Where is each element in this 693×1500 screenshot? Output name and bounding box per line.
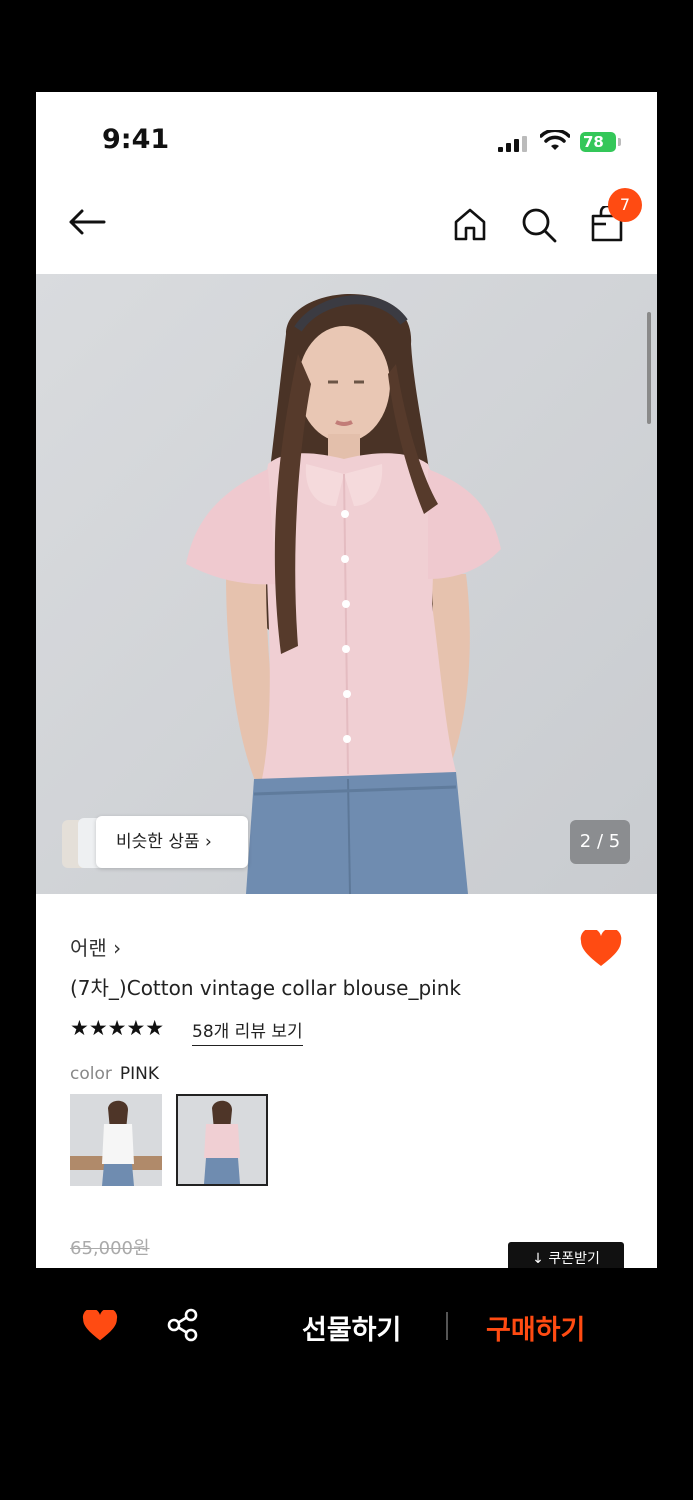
back-arrow-icon[interactable]	[68, 208, 106, 236]
product-title: (7차_)Cotton vintage collar blouse_pink	[70, 976, 461, 1000]
battery-indicator: 78	[580, 132, 616, 152]
brand-link[interactable]: 어랜 ›	[70, 932, 121, 961]
color-label: color	[70, 1064, 112, 1084]
swatch-photo	[70, 1094, 162, 1186]
color-selector-label: color PINK	[70, 1064, 159, 1084]
original-price: 65,000원	[70, 1238, 150, 1259]
home-icon[interactable]	[452, 206, 488, 242]
app-screen: 9:41 78 7 비슷한 상품 › 2 / 5 어랜 › (7차_)Cotto…	[36, 92, 657, 1268]
similar-products-button[interactable]: 비슷한 상품 ›	[96, 816, 248, 868]
product-photo	[36, 274, 657, 894]
share-icon[interactable]	[166, 1308, 200, 1342]
battery-tip	[618, 138, 621, 146]
status-bar: 9:41 78	[36, 92, 657, 184]
buy-button[interactable]: 구매하기	[486, 1308, 585, 1347]
action-divider	[446, 1312, 448, 1340]
bottom-wishlist-heart-icon[interactable]	[82, 1310, 118, 1342]
rating-stars: ★★★★★	[70, 1016, 165, 1040]
search-icon[interactable]	[520, 206, 558, 244]
coupon-button[interactable]: ↓ 쿠폰받기	[508, 1242, 624, 1268]
wifi-icon	[540, 130, 570, 150]
product-image-gallery[interactable]: 비슷한 상품 › 2 / 5	[36, 274, 657, 894]
image-counter: 2 / 5	[570, 820, 630, 864]
color-swatch-white[interactable]	[70, 1094, 162, 1186]
cart-count-badge: 7	[608, 188, 642, 222]
gallery-scroll-indicator	[647, 312, 651, 424]
status-time: 9:41	[102, 124, 170, 155]
color-value: PINK	[119, 1064, 160, 1084]
gift-button[interactable]: 선물하기	[302, 1308, 401, 1347]
color-swatch-pink[interactable]	[176, 1094, 268, 1186]
swatch-photo	[178, 1096, 266, 1184]
reviews-link[interactable]: 58개 리뷰 보기	[192, 1017, 303, 1046]
top-nav	[36, 184, 657, 274]
wishlist-heart-icon[interactable]	[580, 930, 622, 968]
cellular-signal-icon	[498, 136, 527, 152]
